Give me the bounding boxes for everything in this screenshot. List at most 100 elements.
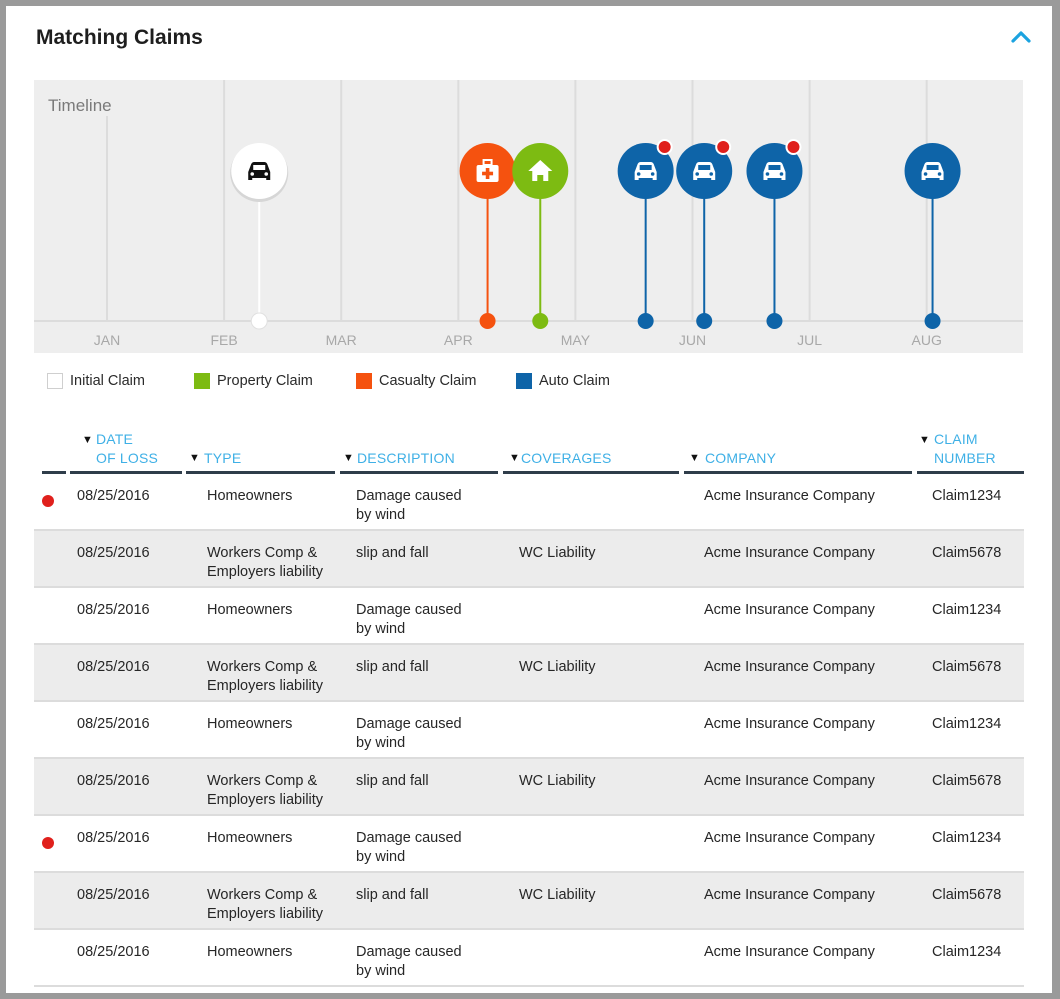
alert-badge-icon xyxy=(785,139,802,155)
cell-company: Acme Insurance Company xyxy=(704,659,875,675)
cell-coverages: WC Liability xyxy=(519,773,596,789)
legend-swatch-property xyxy=(194,373,210,389)
event-date-marker xyxy=(637,313,654,329)
page-title: Matching Claims xyxy=(36,26,203,49)
cell-description-line2: by wind xyxy=(356,507,406,523)
cell-company: Acme Insurance Company xyxy=(704,488,875,504)
table-row[interactable]: 08/25/2016 Homeowners Damage caused by wind… xyxy=(34,702,1024,759)
timeline-event-auto[interactable] xyxy=(904,143,961,199)
cell-description: slip and fall xyxy=(356,545,429,561)
cell-claim-number: Claim5678 xyxy=(932,887,1002,903)
table-row[interactable]: 08/25/2016 Workers Comp & Employers liabil… xyxy=(34,645,1024,702)
car-icon xyxy=(634,162,657,180)
cell-date: 08/25/2016 xyxy=(77,488,150,504)
cell-company: Acme Insurance Company xyxy=(704,887,875,903)
table-body: 08/25/2016 Homeowners Damage caused by wind… xyxy=(34,474,1024,987)
cell-type: Workers Comp & xyxy=(207,545,318,561)
cell-date: 08/25/2016 xyxy=(77,716,150,732)
table-row[interactable]: 08/25/2016 Workers Comp & Employers liabil… xyxy=(34,759,1024,816)
cell-description-line2: by wind xyxy=(356,963,406,979)
legend-item-initial: Initial Claim xyxy=(47,373,145,389)
legend-item-property: Property Claim xyxy=(194,373,313,389)
cell-company: Acme Insurance Company xyxy=(704,716,875,732)
legend-swatch-casualty xyxy=(356,373,372,389)
cell-description: Damage caused xyxy=(356,944,462,960)
cell-description: Damage caused xyxy=(356,602,462,618)
column-header-coverages[interactable]: ▼ COVERAGES xyxy=(503,422,679,474)
column-header-label: OF LOSS xyxy=(96,450,159,466)
column-header-type[interactable]: ▼ TYPE xyxy=(186,422,335,474)
timeline-event-casualty[interactable] xyxy=(459,143,516,199)
cell-date: 08/25/2016 xyxy=(77,545,150,561)
month-label: FEB xyxy=(210,332,237,348)
legend-label: Auto Claim xyxy=(539,373,610,389)
legend-item-casualty: Casualty Claim xyxy=(356,373,477,389)
cell-description-line2: by wind xyxy=(356,621,406,637)
cell-type: Homeowners xyxy=(207,944,293,960)
alert-badge-icon xyxy=(656,139,673,155)
alert-dot-icon xyxy=(42,837,54,849)
cell-coverages: WC Liability xyxy=(519,887,596,903)
month-label: APR xyxy=(444,332,473,348)
table-header: ▼ DATE OF LOSS ▼ TYPE ▼ DESCRIPTION ▼ COVERAGES ▼… xyxy=(34,422,1024,474)
sort-arrow-icon[interactable]: ▼ xyxy=(343,452,354,464)
cell-date: 08/25/2016 xyxy=(77,773,150,789)
car-icon xyxy=(763,162,786,180)
cell-type: Workers Comp & xyxy=(207,887,318,903)
cell-date: 08/25/2016 xyxy=(77,659,150,675)
matching-claims-card: Matching Claims JAN FEB MAR APR MAY JUN JUL AUG… xyxy=(6,6,1052,993)
cell-claim-number: Claim1234 xyxy=(932,830,1002,846)
column-header-label: DESCRIPTION xyxy=(357,450,455,466)
table-row[interactable]: 08/25/2016 Workers Comp & Employers liabil… xyxy=(34,873,1024,930)
cell-date: 08/25/2016 xyxy=(77,944,150,960)
cell-date: 08/25/2016 xyxy=(77,887,150,903)
table-row[interactable]: 08/25/2016 Homeowners Damage caused by wind… xyxy=(34,474,1024,531)
sort-arrow-icon[interactable]: ▼ xyxy=(82,434,93,446)
legend-label: Initial Claim xyxy=(70,373,145,389)
month-label: JUN xyxy=(679,332,706,348)
month-label: JAN xyxy=(94,332,120,348)
table-row[interactable]: 08/25/2016 Homeowners Damage caused by wind… xyxy=(34,930,1024,987)
column-header-company[interactable]: ▼ COMPANY xyxy=(684,422,912,474)
legend-swatch-initial xyxy=(47,373,63,389)
month-label: MAR xyxy=(326,332,357,348)
legend-item-auto: Auto Claim xyxy=(516,373,610,389)
timeline-background xyxy=(34,80,1023,353)
sort-arrow-icon[interactable]: ▼ xyxy=(189,452,200,464)
column-header-label: NUMBER xyxy=(934,450,996,466)
cell-claim-number: Claim1234 xyxy=(932,716,1002,732)
cell-date: 08/25/2016 xyxy=(77,830,150,846)
column-header-date[interactable]: ▼ DATE OF LOSS xyxy=(70,422,182,474)
chevron-up-icon xyxy=(1011,31,1031,43)
column-header-claim_number[interactable]: ▼ CLAIM NUMBER xyxy=(917,422,1024,474)
timeline-chart: JAN FEB MAR APR MAY JUN JUL AUG xyxy=(34,80,1023,353)
cell-company: Acme Insurance Company xyxy=(704,830,875,846)
cell-description: Damage caused xyxy=(356,488,462,504)
legend-swatch-auto xyxy=(516,373,532,389)
sort-arrow-icon[interactable]: ▼ xyxy=(689,452,700,464)
cell-type-line2: Employers liability xyxy=(207,678,324,694)
event-date-marker xyxy=(766,313,783,329)
alert-dot-icon xyxy=(42,495,54,507)
cell-type-line2: Employers liability xyxy=(207,564,324,580)
cell-coverages: WC Liability xyxy=(519,659,596,675)
column-header-description[interactable]: ▼ DESCRIPTION xyxy=(340,422,498,474)
table-row[interactable]: 08/25/2016 Homeowners Damage caused by wind… xyxy=(34,816,1024,873)
timeline-event-initial[interactable] xyxy=(230,143,289,202)
cell-type-line2: Employers liability xyxy=(207,906,324,922)
sort-arrow-icon[interactable]: ▼ xyxy=(509,452,520,464)
table-row[interactable]: 08/25/2016 Homeowners Damage caused by wind… xyxy=(34,588,1024,645)
car-icon xyxy=(693,162,716,180)
timeline-event-property[interactable] xyxy=(512,143,569,199)
cell-type: Homeowners xyxy=(207,830,293,846)
cell-description: slip and fall xyxy=(356,887,429,903)
alert-badge-icon xyxy=(715,139,732,155)
collapse-button[interactable] xyxy=(1008,24,1034,50)
cell-type-line2: Employers liability xyxy=(207,792,324,808)
cell-claim-number: Claim5678 xyxy=(932,659,1002,675)
sort-arrow-icon[interactable]: ▼ xyxy=(919,434,930,446)
month-label: JUL xyxy=(797,332,822,348)
cell-description: Damage caused xyxy=(356,716,462,732)
table-row[interactable]: 08/25/2016 Workers Comp & Employers liabil… xyxy=(34,531,1024,588)
cell-company: Acme Insurance Company xyxy=(704,602,875,618)
